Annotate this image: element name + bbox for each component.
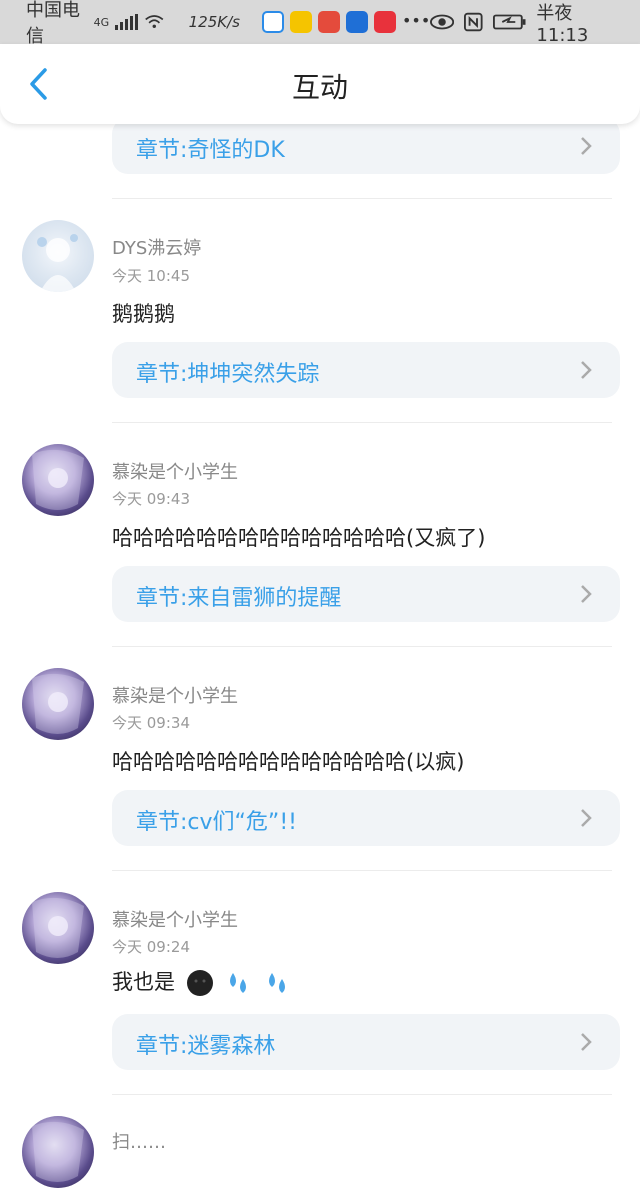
more-notifications-icon: ••• <box>401 11 431 30</box>
chapter-link-card[interactable]: 章节:奇怪的DK <box>112 118 620 174</box>
comment-text: 鹅鹅鹅 <box>112 302 175 326</box>
app-notification-icon <box>345 11 368 33</box>
comment-text: 哈哈哈哈哈哈哈哈哈哈哈哈哈哈(又疯了) <box>112 526 486 550</box>
avatar[interactable] <box>22 668 94 740</box>
comment-username[interactable]: 慕染是个小学生 <box>112 906 238 932</box>
eye-icon <box>430 14 455 30</box>
chapter-label: 章节:迷雾森林 <box>136 1034 276 1059</box>
status-bar: 中国电信 4G 125K/s ••• 半夜11:13 <box>0 0 640 47</box>
battery-icon <box>493 14 526 30</box>
carrier-label: 中国电信 <box>26 0 80 47</box>
avatar[interactable] <box>22 220 94 292</box>
chapter-link-card[interactable]: 章节:坤坤突然失踪 <box>112 342 620 398</box>
comment-timestamp: 今天 10:45 <box>112 267 190 285</box>
wifi-icon <box>145 15 164 28</box>
page-title: 互动 <box>291 71 348 104</box>
chapter-link-card[interactable]: 章节:来自雷狮的提醒 <box>112 566 620 622</box>
chevron-right-icon <box>581 137 592 155</box>
divider <box>112 422 612 423</box>
smiling-face-emoji-icon <box>186 970 213 996</box>
clock-label: 半夜11:13 <box>536 2 589 46</box>
comment-text-content: 我也是 <box>112 970 175 994</box>
network-label: 4G <box>93 15 110 29</box>
chevron-right-icon <box>581 809 592 827</box>
chapter-label: 章节:坤坤突然失踪 <box>136 362 320 387</box>
comment-username[interactable]: DYS沸云婷 <box>112 234 201 260</box>
app-notification-icon <box>261 11 284 33</box>
signal-icon <box>115 14 139 30</box>
app-notification-icon <box>317 11 340 33</box>
divider <box>112 870 612 871</box>
comment-text: 哈哈哈哈哈哈哈哈哈哈哈哈哈哈(以疯) <box>112 750 465 774</box>
chevron-right-icon <box>581 585 592 603</box>
divider <box>112 198 612 199</box>
comment-username[interactable]: 慕染是个小学生 <box>112 682 238 708</box>
nfc-icon <box>464 12 483 32</box>
chapter-link-card[interactable]: 章节:迷雾森林 <box>112 1014 620 1070</box>
divider <box>112 646 612 647</box>
chevron-right-icon <box>581 1033 592 1051</box>
divider <box>112 1094 612 1095</box>
comment-username[interactable]: 慕染是个小学生 <box>112 458 238 484</box>
chapter-link-card[interactable]: 章节:cv们“危”!! <box>112 790 620 846</box>
comment-timestamp: 今天 09:43 <box>112 490 190 508</box>
sweat-droplets-emoji-icon <box>269 973 286 993</box>
chapter-label: 章节:奇怪的DK <box>136 138 285 163</box>
app-notification-icon <box>289 11 312 33</box>
comment-username[interactable]: 扫…… <box>112 1128 166 1154</box>
comment-timestamp: 今天 09:24 <box>112 938 190 956</box>
app-header: 互动 <box>0 44 640 124</box>
chapter-label: 章节:cv们“危”!! <box>136 810 297 835</box>
app-notification-icon <box>373 11 396 33</box>
comment-timestamp: 今天 09:34 <box>112 714 190 732</box>
avatar[interactable] <box>22 1116 94 1188</box>
avatar[interactable] <box>22 444 94 516</box>
sweat-droplets-emoji-icon <box>230 973 247 993</box>
comment-text: 我也是 <box>112 966 291 997</box>
chapter-label: 章节:来自雷狮的提醒 <box>136 586 342 611</box>
network-speed: 125K/s <box>188 13 240 31</box>
avatar[interactable] <box>22 892 94 964</box>
chevron-right-icon <box>581 361 592 379</box>
